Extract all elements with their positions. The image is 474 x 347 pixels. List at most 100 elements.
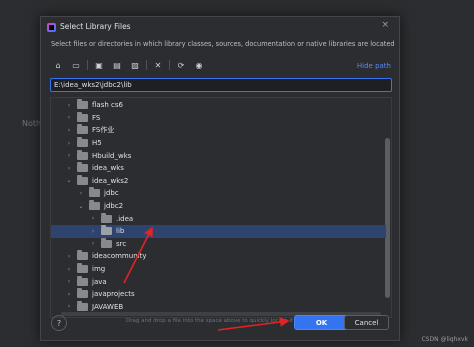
tree-row[interactable]: › FS作业 [51,124,386,137]
tree-row[interactable]: › H5 [51,137,386,150]
tree-row[interactable]: ⌄ jdbc2 [51,200,386,213]
hide-path-link[interactable]: Hide path [357,62,391,70]
chevron-down-icon[interactable]: ⌄ [77,203,85,210]
home-icon: ⌂ [55,60,61,70]
desktop-button[interactable]: ▭ [69,58,83,72]
chevron-right-icon[interactable]: › [65,253,73,260]
toolbar-separator [169,60,170,70]
tree-row[interactable]: › flash cs6 [51,99,386,112]
tree-row-label: ideacommunity [92,252,147,261]
file-tree[interactable]: › flash cs6 › FS › FS作业 › H5 › Hbuild_wks › idea_wk… [50,97,392,318]
folder-icon [77,250,88,261]
show-hidden-button[interactable]: ◉ [192,58,206,72]
folder-icon [77,99,88,110]
chevron-right-icon[interactable]: › [89,240,97,247]
tree-row[interactable]: › idea_wks [51,162,386,175]
tree-row-label: java [92,277,107,286]
help-button[interactable]: ? [51,315,67,331]
folder-icon [89,200,100,211]
chevron-right-icon[interactable]: › [65,291,73,298]
tree-row-label: idea_wks2 [92,176,129,185]
tree-row[interactable]: › Hbuild_wks [51,149,386,162]
tree-row-label: idea_wks [92,164,124,173]
dialog-titlebar[interactable]: Select Library Files × [41,17,399,37]
tree-row-label: JAVAWEB [92,302,124,311]
dialog-title: Select Library Files [60,22,131,31]
tree-row-label: jdbc [104,189,119,198]
folder-icon [101,237,112,248]
tree-row[interactable]: › FS [51,111,386,125]
folder-icon [77,124,88,135]
tree-row[interactable]: › .idea [51,212,386,225]
tree-row[interactable]: ⌄ idea_wks2 [51,174,386,188]
folder-icon [77,149,88,160]
tree-row-label: H5 [92,139,102,148]
path-input[interactable] [50,78,392,92]
cancel-button[interactable]: Cancel [344,315,389,330]
tree-row-label: jdbc2 [104,202,124,211]
select-library-files-dialog: Select Library Files × Select files or d… [40,16,400,341]
tree-row-label: flash cs6 [92,101,123,110]
folder-icon [101,212,112,223]
chevron-right-icon[interactable]: › [65,303,73,310]
tree-row-label: FS作业 [92,126,115,135]
background-hint-text: Noth [22,119,42,128]
folder-icon [77,300,88,311]
new-folder-button[interactable]: ▨ [128,58,142,72]
ok-button[interactable]: OK [294,315,349,330]
watermark: CSDN @liqhxvk [421,336,468,343]
folder-icon [77,174,88,185]
show-hidden-icon: ◉ [195,60,203,70]
dialog-description: Select files or directories in which lib… [51,40,395,48]
folder-icon [89,187,100,198]
chevron-right-icon[interactable]: › [65,278,73,285]
folder-icon [101,225,112,236]
tree-row[interactable]: › src [51,237,386,251]
chevron-right-icon[interactable]: › [65,140,73,147]
project-folder-button[interactable]: ▣ [92,58,106,72]
file-chooser-toolbar: ⌂ ▭ ▣ ▤ ▨ ✕ ⟳ ◉ [51,58,210,72]
toolbar-separator [146,60,147,70]
tree-row-label: FS [92,113,101,122]
tree-row[interactable]: › java [51,275,386,288]
chevron-right-icon[interactable]: › [65,266,73,273]
new-folder-icon: ▨ [131,60,139,70]
tree-row[interactable]: › lib [51,225,386,238]
chevron-right-icon[interactable]: › [65,152,73,159]
tree-row[interactable]: › JAVAWEB [51,300,386,314]
toolbar-separator [87,60,88,70]
tree-row[interactable]: › javaprojects [51,288,386,301]
tree-row-label: javaprojects [92,290,135,299]
tree-row-label: src [116,239,127,248]
chevron-right-icon[interactable]: › [65,127,73,134]
chevron-right-icon[interactable]: › [65,102,73,109]
delete-button[interactable]: ✕ [151,58,165,72]
tree-row-label: .idea [116,214,134,223]
chevron-right-icon[interactable]: › [65,165,73,172]
folder-icon [77,263,88,274]
delete-icon: ✕ [154,60,162,70]
close-button[interactable]: × [381,20,389,30]
tree-row-label: lib [116,227,125,236]
home-button[interactable]: ⌂ [51,58,65,72]
folder-icon [77,111,88,122]
chevron-right-icon[interactable]: › [89,228,97,235]
folder-icon [77,288,88,299]
refresh-button[interactable]: ⟳ [174,58,188,72]
chevron-down-icon[interactable]: ⌄ [65,177,73,184]
chevron-right-icon[interactable]: › [89,215,97,222]
tree-row[interactable]: › jdbc [51,187,386,200]
folder-icon [77,275,88,286]
tree-row[interactable]: › ideacommunity [51,250,386,263]
tree-row-label: img [92,265,106,274]
tree-row[interactable]: › img [51,263,386,276]
chevron-right-icon[interactable]: › [77,190,85,197]
project-folder-icon: ▣ [95,60,103,70]
folder-icon [77,162,88,173]
chevron-right-icon[interactable]: › [65,114,73,121]
refresh-icon: ⟳ [177,60,185,70]
module-folder-button[interactable]: ▤ [110,58,124,72]
module-folder-icon: ▤ [113,60,121,70]
folder-icon [77,137,88,148]
desktop-icon: ▭ [72,60,80,70]
